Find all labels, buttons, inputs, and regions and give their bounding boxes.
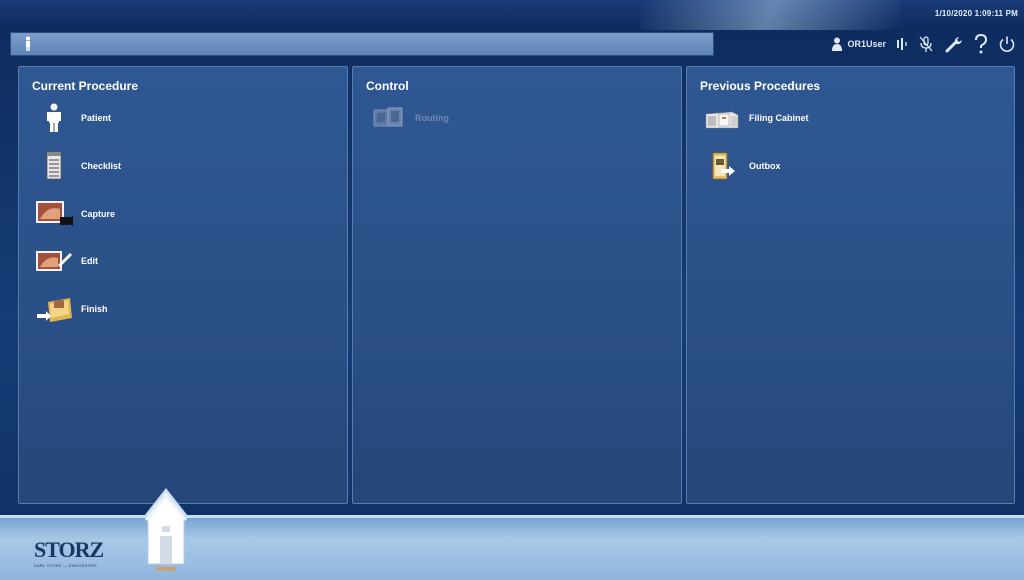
user-name: OR1User [847, 39, 886, 49]
outbox-icon [712, 152, 735, 180]
current-procedure-title: Current Procedure [32, 79, 139, 93]
date-time: 1/10/2020 1:09:11 PM [934, 9, 1018, 18]
home-button[interactable]: Home [144, 486, 188, 574]
patient-label: Patient [81, 113, 112, 123]
checklist-button[interactable]: Checklist [33, 151, 121, 181]
user-icon [832, 37, 843, 51]
edit-label: Edit [81, 256, 98, 266]
volume-icon[interactable] [896, 37, 908, 51]
outbox-button[interactable]: Outbox [701, 151, 781, 181]
capture-label: Capture [81, 209, 116, 219]
control-title: Control [366, 79, 409, 93]
toolbar: OR1User [831, 33, 1016, 55]
checklist-label: Checklist [81, 161, 122, 171]
previous-procedures-panel: Previous Procedures Filing Cabinet Outbo… [686, 66, 1015, 504]
microphone-muted-icon[interactable] [918, 35, 934, 53]
routing-label: Routing [415, 113, 449, 123]
filing-cabinet-button[interactable]: Filing Cabinet [701, 103, 809, 133]
outbox-label: Outbox [749, 161, 781, 171]
previous-procedures-title: Previous Procedures [700, 79, 821, 93]
wrench-icon[interactable] [944, 34, 964, 54]
control-panel: Control Routing [352, 66, 682, 504]
routing-button[interactable]: Routing [367, 103, 449, 133]
edit-button[interactable]: Edit [33, 246, 98, 276]
power-icon[interactable] [998, 35, 1016, 53]
help-icon[interactable] [974, 34, 988, 54]
capture-button[interactable]: Capture [33, 199, 115, 229]
checklist-icon [46, 152, 62, 180]
finish-label: Finish [81, 304, 108, 314]
filing-cabinet-label: Filing Cabinet [749, 113, 809, 123]
capture-icon [36, 201, 73, 226]
routing-icon [373, 107, 403, 127]
filing-cabinet-icon [705, 111, 739, 129]
top-bar: 1/10/2020 1:09:11 PM [0, 0, 1024, 30]
home-icon [144, 488, 188, 565]
brand-subtitle: KARL STORZ — ENDOSKOPE [34, 563, 98, 568]
home-label: Home [156, 566, 176, 573]
patient-icon [47, 103, 61, 132]
patient-small-icon [26, 36, 30, 51]
current-procedure-panel: Current Procedure Patient Checklist Capt… [18, 66, 348, 504]
storz-logo: STORZ KARL STORZ — ENDOSKOPE [34, 537, 104, 569]
brand-name: STORZ [34, 537, 104, 562]
patient-info-bar[interactable] [10, 32, 714, 56]
finish-button[interactable]: Finish [33, 294, 108, 324]
patient-button[interactable]: Patient [33, 103, 111, 133]
user-menu[interactable]: OR1User [831, 37, 886, 51]
top-bar-glare [640, 0, 900, 30]
finish-icon [37, 298, 72, 322]
edit-icon [36, 251, 72, 271]
